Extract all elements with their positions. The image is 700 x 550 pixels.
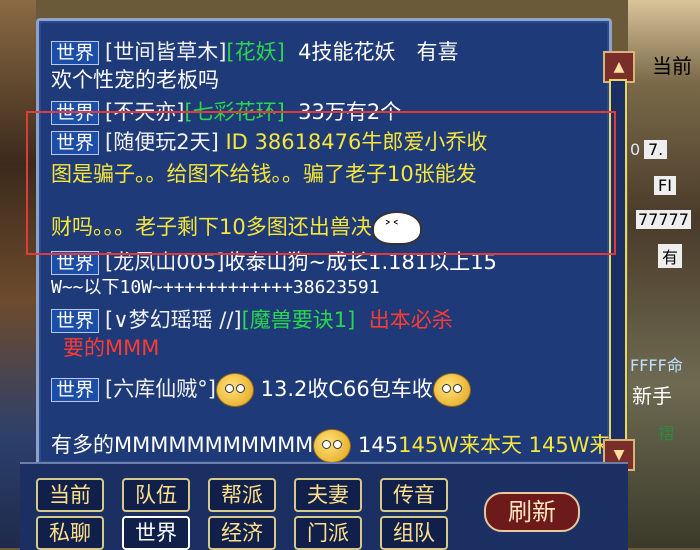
tab-private[interactable]: 私聊 bbox=[36, 516, 104, 550]
tab-team-up[interactable]: 组队 bbox=[380, 516, 448, 550]
tab-world[interactable]: 世界 bbox=[122, 516, 190, 550]
right-label-v2: FI bbox=[654, 176, 676, 195]
right-label-v1: 7. bbox=[644, 140, 668, 159]
chat-line-6-cont: 有多的MMMMMMMMMMM 145145W来本天 145W来 bbox=[51, 429, 610, 463]
refresh-button[interactable]: 刷新 bbox=[484, 492, 580, 532]
right-label-v7: 褶 bbox=[658, 424, 675, 443]
player-name[interactable]: [∨梦幻瑶瑶 //] bbox=[105, 308, 242, 332]
chat-line-5-cont: 要的MMM bbox=[63, 336, 160, 360]
tab-current[interactable]: 当前 bbox=[36, 478, 104, 512]
item-link[interactable]: [花妖] bbox=[226, 40, 284, 64]
chat-line-1: 世界 [世间皆草木][花妖] 4技能花妖 有喜 bbox=[51, 39, 459, 65]
message-text: 145 bbox=[358, 433, 399, 457]
chat-line-4-cont: W~~以下10W~++++++++++++38623591 bbox=[51, 277, 380, 298]
world-tag[interactable]: 世界 bbox=[51, 41, 100, 65]
right-label-v5: FFFF命 bbox=[630, 356, 683, 375]
tab-economy[interactable]: 经济 bbox=[208, 516, 276, 550]
tab-sect[interactable]: 门派 bbox=[294, 516, 362, 550]
right-label-v6: 新手 bbox=[632, 384, 672, 408]
message-text: 13.2收C66包车收 bbox=[260, 377, 433, 401]
eyeroll-face-emoji bbox=[215, 373, 254, 407]
right-label-v4: 有 bbox=[658, 244, 683, 268]
player-name[interactable]: [世间皆草木] bbox=[105, 40, 226, 64]
player-name[interactable]: [六库仙贼°] bbox=[105, 377, 216, 401]
red-highlight-box bbox=[26, 111, 616, 255]
message-text: 出本必杀 bbox=[368, 308, 453, 332]
tab-team[interactable]: 队伍 bbox=[122, 478, 190, 512]
message-text: 145W来本天 145W来 bbox=[398, 433, 611, 457]
right-label-current: 当前 bbox=[652, 54, 692, 78]
world-tag[interactable]: 世界 bbox=[51, 309, 100, 333]
message-text: 4技能花妖 有喜 bbox=[298, 40, 459, 64]
message-text: 有多的MMMMMMMMMMM bbox=[51, 433, 314, 457]
chat-line-5: 世界 [∨梦幻瑶瑶 //][魔兽要诀1] 出本必杀 bbox=[51, 307, 453, 333]
tab-whisper[interactable]: 传音 bbox=[380, 478, 448, 512]
world-tag[interactable]: 世界 bbox=[51, 378, 100, 402]
tab-guild[interactable]: 帮派 bbox=[208, 478, 276, 512]
eyeroll-face-emoji bbox=[313, 429, 352, 463]
item-link[interactable]: [魔兽要诀1] bbox=[242, 308, 356, 332]
eyeroll-face-emoji bbox=[432, 373, 471, 407]
chat-line-1-cont: 欢个性宠的老板吗 bbox=[51, 68, 219, 92]
chat-line-6: 世界 [六库仙贼°] 13.2收C66包车收 bbox=[51, 373, 471, 407]
right-game-scene: 当前 0 7. FI 77777 有 FFFF命 新手 褶 bbox=[628, 0, 700, 548]
right-label-v3: 77777 bbox=[636, 210, 691, 229]
tab-spouse[interactable]: 夫妻 bbox=[294, 478, 362, 512]
